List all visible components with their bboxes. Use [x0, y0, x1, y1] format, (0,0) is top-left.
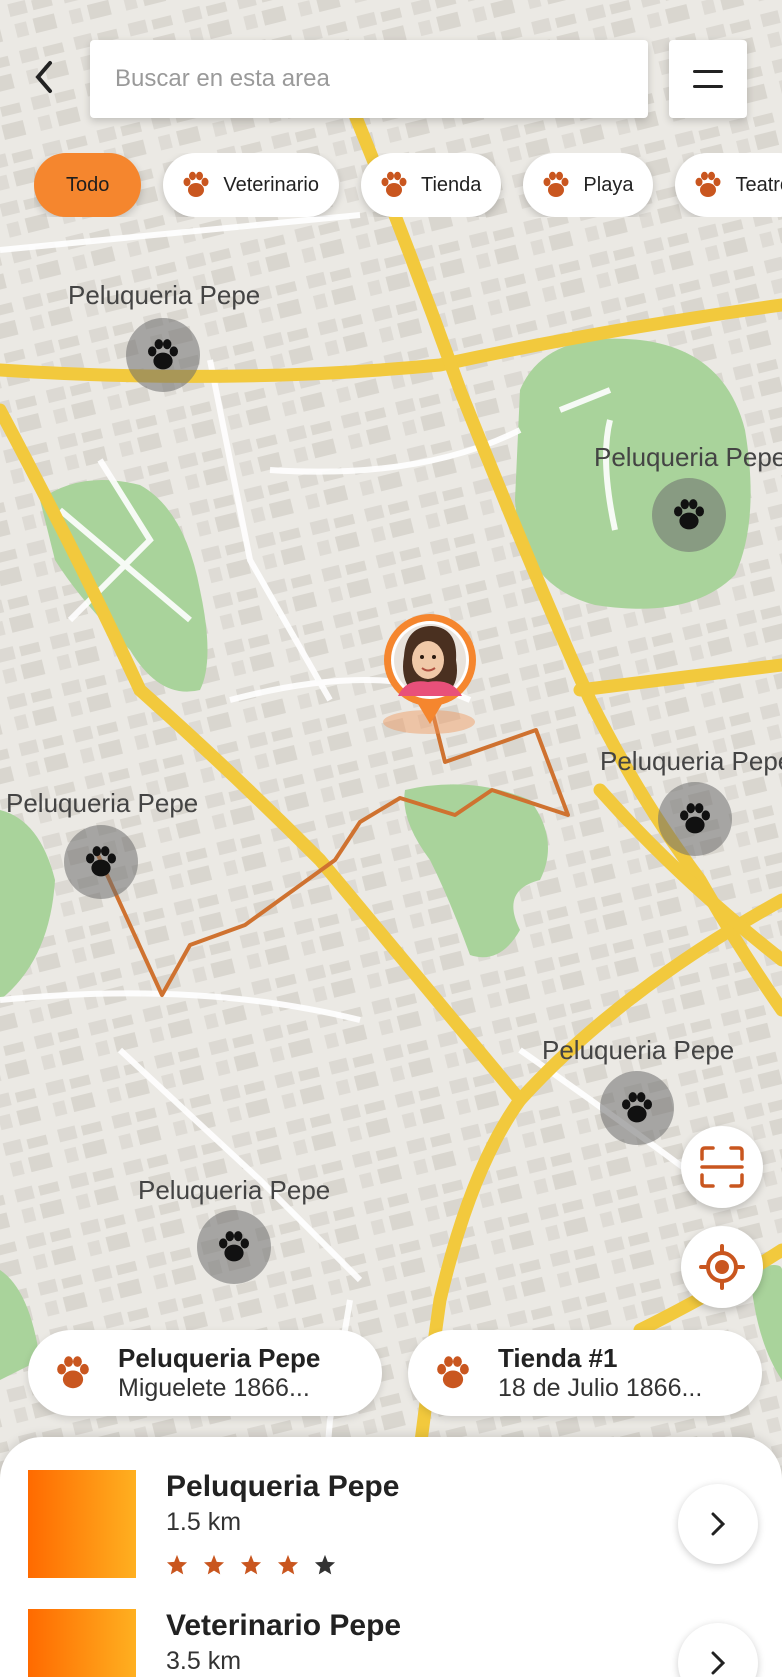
result-open-button[interactable] — [678, 1623, 758, 1677]
place-marker[interactable] — [197, 1210, 271, 1284]
paw-icon — [183, 171, 209, 197]
place-marker[interactable] — [64, 825, 138, 899]
search-input[interactable] — [90, 40, 648, 118]
filter-chips: Todo Veterinario Tienda Playa Teatro — [34, 153, 782, 217]
filter-chip-tienda[interactable]: Tienda — [361, 153, 502, 217]
place-label: Peluqueria Pepe — [68, 280, 261, 310]
filter-chip-teatro[interactable]: Teatro — [675, 153, 782, 217]
star-icon — [166, 1554, 188, 1575]
star-icon — [203, 1554, 225, 1575]
chip-label: Playa — [583, 173, 634, 196]
place-marker[interactable] — [600, 1071, 674, 1145]
paw-icon — [680, 803, 710, 834]
chip-label: Todo — [66, 173, 110, 196]
place-marker[interactable] — [126, 318, 200, 392]
paw-icon — [86, 846, 116, 877]
star-icon — [240, 1554, 262, 1575]
crosshair-icon — [699, 1244, 745, 1290]
card-title: Peluqueria Pepe — [118, 1343, 321, 1373]
paw-icon — [437, 1356, 469, 1389]
star-empty-icon — [314, 1554, 336, 1575]
result-name: Peluqueria Pepe — [166, 1470, 400, 1503]
scan-button[interactable] — [681, 1126, 763, 1208]
paw-icon — [57, 1356, 89, 1389]
chip-label: Tienda — [421, 173, 482, 196]
place-label: Peluqueria Pepe — [600, 746, 782, 776]
paw-icon — [148, 339, 178, 370]
top-bar — [0, 0, 782, 130]
chevron-right-icon — [711, 1512, 726, 1536]
card-icon-wrap — [408, 1355, 498, 1391]
paw-icon — [381, 171, 407, 197]
menu-icon-line — [693, 70, 723, 73]
menu-icon-line — [693, 85, 723, 88]
result-distance: 1.5 km — [166, 1508, 242, 1536]
result-distance: 3.5 km — [166, 1647, 242, 1675]
result-item[interactable]: Veterinario Pepe 3.5 km — [0, 1609, 782, 1677]
results-sheet[interactable]: Peluqueria Pepe 1.5 km Veterinario Pepe … — [0, 1437, 782, 1677]
quick-card-peluqueria[interactable]: Peluqueria Pepe Miguelete 1866... — [28, 1330, 382, 1416]
result-thumbnail — [28, 1609, 136, 1677]
paw-icon — [695, 171, 721, 197]
scan-frame-icon — [700, 1146, 744, 1188]
chevron-left-icon — [35, 61, 52, 93]
card-title: Tienda #1 — [498, 1343, 618, 1373]
paw-icon — [674, 499, 704, 530]
paw-icon — [622, 1092, 652, 1123]
my-location-button[interactable] — [681, 1226, 763, 1308]
place-marker[interactable] — [652, 478, 726, 552]
result-open-button[interactable] — [678, 1484, 758, 1564]
result-name: Veterinario Pepe — [166, 1609, 402, 1642]
filter-chip-todo[interactable]: Todo — [34, 153, 142, 217]
card-address: Miguelete 1866... — [118, 1374, 310, 1402]
result-item[interactable]: Peluqueria Pepe 1.5 km — [0, 1470, 782, 1590]
place-marker[interactable] — [658, 782, 732, 856]
menu-button[interactable] — [669, 40, 747, 118]
filter-chip-veterinario[interactable]: Veterinario — [163, 153, 339, 217]
card-text: Tienda #1 18 de Julio 1866... — [498, 1343, 702, 1403]
chip-label: Teatro — [735, 173, 782, 196]
paw-icon — [219, 1231, 249, 1262]
user-location-avatar[interactable] — [382, 612, 478, 738]
place-label: Peluqueria Pepe — [138, 1175, 331, 1205]
chevron-right-icon — [711, 1651, 726, 1675]
card-text: Peluqueria Pepe Miguelete 1866... — [118, 1343, 320, 1403]
quick-card-tienda[interactable]: Tienda #1 18 de Julio 1866... — [408, 1330, 762, 1416]
place-label: Peluqueria Pepe — [594, 442, 782, 472]
result-thumbnail — [28, 1470, 136, 1578]
chip-label: Veterinario — [223, 173, 319, 196]
back-button[interactable] — [22, 52, 66, 102]
star-icon — [277, 1554, 299, 1575]
paw-icon — [543, 171, 569, 197]
card-icon-wrap — [28, 1355, 118, 1391]
rating-stars — [166, 1554, 336, 1575]
filter-chip-playa[interactable]: Playa — [523, 153, 654, 217]
place-label: Peluqueria Pepe — [542, 1035, 735, 1065]
place-label: Peluqueria Pepe — [6, 788, 199, 818]
card-address: 18 de Julio 1866... — [498, 1374, 703, 1402]
